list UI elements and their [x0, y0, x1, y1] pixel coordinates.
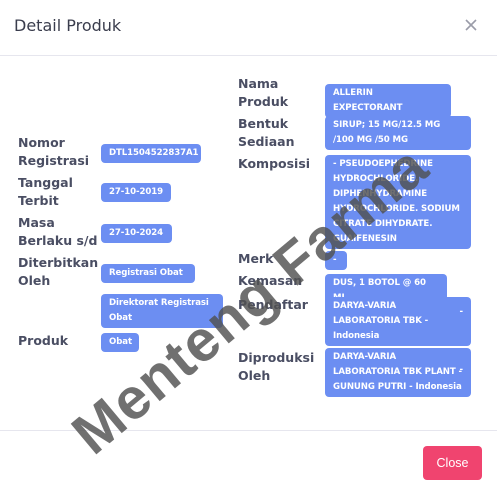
value-diproduksi-oleh: DARYA-VARIA LABORATORIA TBK PLANT - GUNU…: [325, 348, 471, 397]
label-tanggal-terbit: Tanggal Terbit: [18, 175, 73, 208]
value-tanggal-terbit: 27-10-2019: [101, 183, 171, 202]
value-pendaftar-text: DARYA-VARIA LABORATORIA TBK - Indonesia: [333, 301, 429, 341]
value-diterbitkan-oleh-direktorat: Direktorat Registrasi Obat: [101, 294, 223, 328]
value-produk: Obat: [101, 333, 139, 352]
label-kemasan: Kemasan: [238, 273, 303, 288]
label-nama-produk: Nama Produk: [238, 76, 289, 109]
value-diproduksi-oleh-text: DARYA-VARIA LABORATORIA TBK PLANT - GUNU…: [333, 352, 463, 392]
label-merk: Merk: [238, 251, 274, 266]
close-icon[interactable]: [463, 17, 479, 33]
label-produk: Produk: [18, 333, 69, 348]
close-button[interactable]: Close: [423, 446, 482, 480]
value-diterbitkan-oleh: Registrasi Obat: [101, 264, 195, 283]
value-pendaftar: DARYA-VARIA LABORATORIA TBK - Indonesia …: [325, 297, 471, 346]
label-nomor-registrasi: Nomor Registrasi: [18, 135, 90, 168]
dialog-title: Detail Produk: [14, 16, 122, 35]
dialog-header: Detail Produk: [0, 0, 497, 56]
value-masa-berlaku: 27-10-2024: [101, 224, 172, 243]
value-pendaftar-dash: -: [459, 307, 464, 317]
value-komposisi: - PSEUDOEPHEDRINE HYDROCHLORIDE. DIPHENH…: [325, 155, 471, 249]
label-komposisi: Komposisi: [238, 156, 311, 171]
label-masa-berlaku: Masa Berlaku s/d: [18, 215, 98, 248]
label-diterbitkan-oleh: Diterbitkan Oleh: [18, 255, 99, 288]
value-nama-produk: ALLERIN EXPECTORANT: [325, 84, 451, 118]
value-diproduksi-oleh-dash: -: [459, 365, 464, 375]
label-pendaftar: Pendaftar: [238, 297, 308, 312]
label-diproduksi-oleh: Diproduksi Oleh: [238, 350, 315, 383]
label-bentuk-sediaan: Bentuk Sediaan: [238, 116, 295, 149]
value-nomor-registrasi: DTL1504522837A1: [101, 144, 201, 163]
value-bentuk-sediaan: SIRUP; 15 MG/12.5 MG /100 MG /50 MG: [325, 116, 471, 150]
value-merk: -: [325, 251, 347, 270]
product-detail-dialog: Detail Produk Nomor Registrasi DTL150452…: [0, 0, 497, 497]
